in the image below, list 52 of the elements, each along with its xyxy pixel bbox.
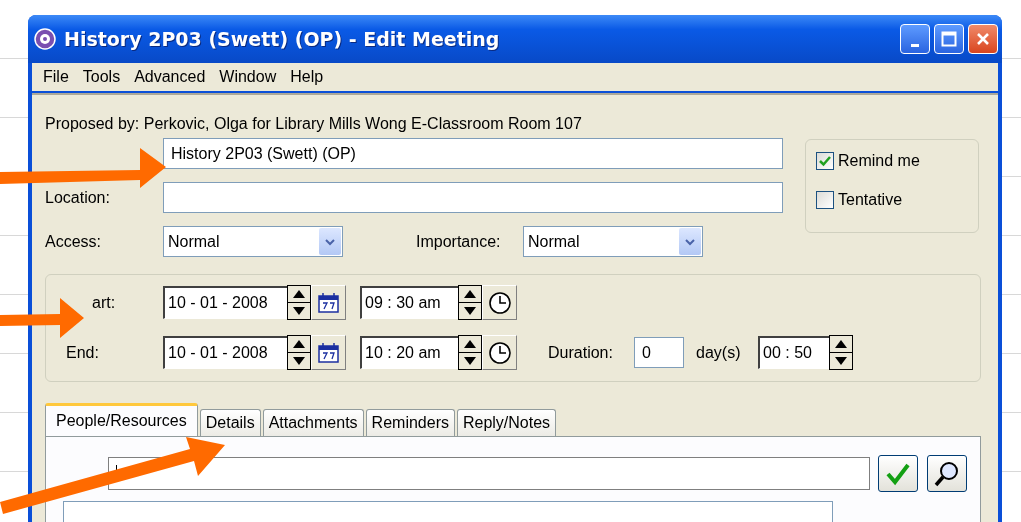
spinner-buttons[interactable]: [287, 335, 311, 370]
spinner-buttons[interactable]: [458, 335, 482, 370]
tab[interactable]: People/Resources: [45, 403, 198, 436]
maximize-icon: [941, 31, 957, 47]
menu-item[interactable]: Window: [212, 68, 284, 86]
tab[interactable]: Reminders: [365, 409, 455, 436]
days-unit-label: day(s): [696, 343, 742, 362]
checkmark-button[interactable]: [878, 455, 918, 492]
minimize-icon: [911, 43, 919, 47]
title-field[interactable]: History 2P03 (Swett) (OP): [163, 138, 783, 169]
close-icon: [975, 31, 991, 47]
duration-label: Duration:: [548, 343, 614, 362]
importance-label: Importance:: [416, 232, 502, 251]
window-title: History 2P03 (Swett) (OP) - Edit Meeting: [64, 28, 501, 50]
calendar-icon[interactable]: [311, 285, 346, 320]
spinner-buttons[interactable]: [829, 335, 853, 370]
location-field[interactable]: [163, 182, 783, 213]
start-label: art:: [91, 293, 117, 312]
search-button[interactable]: [927, 455, 967, 492]
menu-item[interactable]: Advanced: [127, 68, 213, 86]
search-icon: [933, 459, 961, 488]
date-field[interactable]: 10 - 01 - 2008: [163, 336, 287, 369]
importance-dropdown[interactable]: Normal: [523, 226, 703, 257]
tab[interactable]: Attachments: [262, 409, 364, 436]
checkbox-label: Tentative: [838, 191, 903, 209]
tab[interactable]: Reply/Notes: [456, 409, 557, 436]
calendar-icon[interactable]: [311, 335, 346, 370]
end-label: End:: [65, 343, 100, 362]
date-field[interactable]: 10 - 01 - 2008: [163, 286, 287, 319]
checkbox[interactable]: [816, 191, 834, 209]
menu-item[interactable]: File: [36, 68, 76, 86]
spinner-buttons[interactable]: [458, 285, 482, 320]
checkbox-label: Remind me: [838, 152, 920, 170]
add-field[interactable]: [108, 457, 870, 490]
close-button[interactable]: [968, 24, 998, 54]
location-label: Location:: [45, 188, 111, 207]
chevron-down-icon: [679, 228, 701, 255]
days-field[interactable]: 0: [634, 337, 684, 368]
menu-item[interactable]: Help: [283, 68, 331, 86]
checkbox[interactable]: [816, 152, 834, 170]
chevron-down-icon: [319, 228, 341, 255]
time-field[interactable]: 09 : 30 am: [360, 286, 458, 319]
time-field[interactable]: 10 : 20 am: [360, 336, 458, 369]
proposed-by-text: Proposed by: Perkovic, Olga for Library Mills Wong E-Classroom Room 107: [45, 115, 583, 133]
tab[interactable]: Details: [199, 409, 261, 436]
menu-item[interactable]: Tools: [75, 68, 128, 86]
minimize-button[interactable]: [900, 24, 930, 54]
access-label: Access:: [45, 232, 102, 251]
spinner-buttons[interactable]: [287, 285, 311, 320]
maximize-button[interactable]: [934, 24, 964, 54]
access-dropdown[interactable]: Normal: [163, 226, 343, 257]
duration-field[interactable]: 00 : 50: [758, 336, 829, 369]
